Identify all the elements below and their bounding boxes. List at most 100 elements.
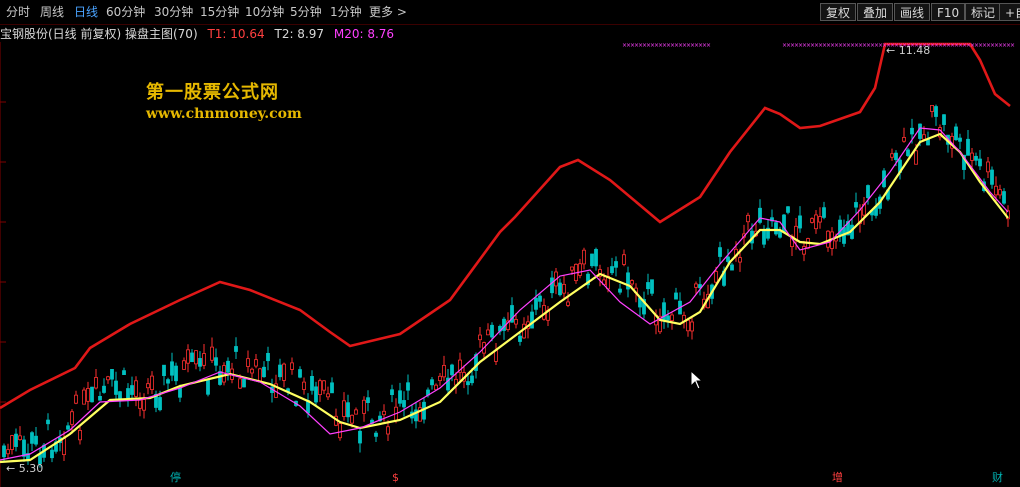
mid-line [0, 132, 1009, 464]
candle-body [466, 381, 470, 386]
candle-body [866, 185, 870, 199]
marker-suspend[interactable]: 停 [168, 471, 183, 485]
candle-body [570, 266, 574, 271]
candle-body [434, 384, 438, 391]
candle-body [438, 375, 442, 382]
candle-body [594, 249, 598, 267]
candle-body [66, 425, 70, 430]
custom-button[interactable]: +自 [999, 3, 1020, 21]
candle-body [730, 264, 734, 271]
candle-body [110, 369, 114, 380]
candle-body [890, 153, 894, 158]
candle-body [818, 216, 822, 223]
candle-body [814, 214, 818, 230]
candle-body [518, 335, 522, 342]
candle-body [186, 349, 190, 364]
candle-body [914, 150, 918, 165]
candle-body [218, 371, 222, 385]
candle-body [202, 353, 206, 366]
candle-body [362, 399, 366, 414]
candle-body [18, 435, 22, 440]
tab-weekly[interactable]: 周线 [40, 4, 64, 20]
overlay-button[interactable]: 叠加 [857, 3, 894, 21]
candle-body [206, 379, 210, 395]
candle-body [254, 359, 258, 367]
candle-body [102, 385, 106, 393]
candle-body [646, 282, 650, 290]
candle-body [918, 123, 922, 139]
candle-body [262, 366, 266, 378]
tab-1min[interactable]: 1分钟 [330, 4, 362, 20]
candle-body [670, 314, 674, 322]
candle-body [562, 283, 566, 294]
candle-body [978, 158, 982, 167]
tab-10min[interactable]: 10分钟 [245, 4, 284, 20]
candle-body [2, 445, 6, 458]
candle-body [98, 395, 102, 401]
candle-body [342, 400, 346, 417]
candle-body [450, 364, 454, 376]
stock-title: 宝钢股份(日线 前复权) 操盘主图(70) [0, 27, 198, 41]
candle-body [302, 381, 306, 390]
candle-body [986, 161, 990, 173]
candle-body [934, 106, 938, 117]
candle-body [330, 382, 334, 394]
candle-body [90, 386, 94, 403]
candle-body [242, 378, 246, 388]
candle-body [374, 432, 378, 437]
mouse-cursor-icon [690, 370, 704, 390]
candle-body [142, 399, 146, 411]
candle-body [578, 263, 582, 276]
tab-5min[interactable]: 5分钟 [290, 4, 322, 20]
ma-line [0, 127, 1009, 461]
candle-body [74, 394, 78, 404]
candle-body [50, 449, 54, 459]
candle-body [726, 256, 730, 262]
tab-30min[interactable]: 30分钟 [154, 4, 193, 20]
candle-body [854, 202, 858, 208]
candle-body [126, 388, 130, 399]
candle-body [798, 215, 802, 229]
candle-body [138, 399, 142, 409]
tab-daily[interactable]: 日线 [74, 4, 98, 20]
candle-body [290, 362, 294, 370]
candle-body [490, 324, 494, 338]
candle-body [162, 364, 166, 376]
tab-minute[interactable]: 分时 [6, 4, 30, 20]
candle-body [822, 207, 826, 218]
candle-body [942, 114, 946, 125]
tab-15min[interactable]: 15分钟 [200, 4, 239, 20]
candle-body [930, 104, 934, 112]
candle-body [566, 301, 570, 306]
candle-body [62, 438, 66, 456]
mark-button[interactable]: 标记 [965, 3, 1002, 21]
candle-body [538, 295, 542, 302]
restore-rights-button[interactable]: 复权 [820, 3, 857, 21]
candle-body [366, 397, 370, 403]
candle-body [94, 377, 98, 389]
signal-x-mark: × [1010, 42, 1015, 49]
candle-body [298, 369, 302, 378]
candle-body [14, 433, 18, 447]
marker-increase[interactable]: 增 [830, 471, 845, 485]
candle-body [954, 126, 958, 141]
f10-button[interactable]: F10 [931, 3, 966, 21]
marker-dollar[interactable]: $ [390, 471, 401, 485]
candle-body [1002, 191, 1006, 204]
tab-more[interactable]: 更多 > [369, 4, 407, 20]
period-toolbar: 分时 周线 日线 60分钟 30分钟 15分钟 10分钟 5分钟 1分钟 更多 … [0, 0, 1020, 25]
candle-body [614, 261, 618, 268]
tab-60min[interactable]: 60分钟 [106, 4, 145, 20]
candle-body [786, 206, 790, 213]
draw-line-button[interactable]: 画线 [894, 3, 931, 21]
marker-finance[interactable]: 财 [990, 471, 1005, 485]
candle-body [902, 137, 906, 142]
candle-body [746, 214, 750, 223]
candle-body [974, 155, 978, 161]
candle-body [386, 426, 390, 435]
candle-body [170, 361, 174, 376]
candle-body [622, 254, 626, 265]
candle-body [910, 127, 914, 135]
candle-body [238, 378, 242, 389]
candle-body [718, 247, 722, 257]
